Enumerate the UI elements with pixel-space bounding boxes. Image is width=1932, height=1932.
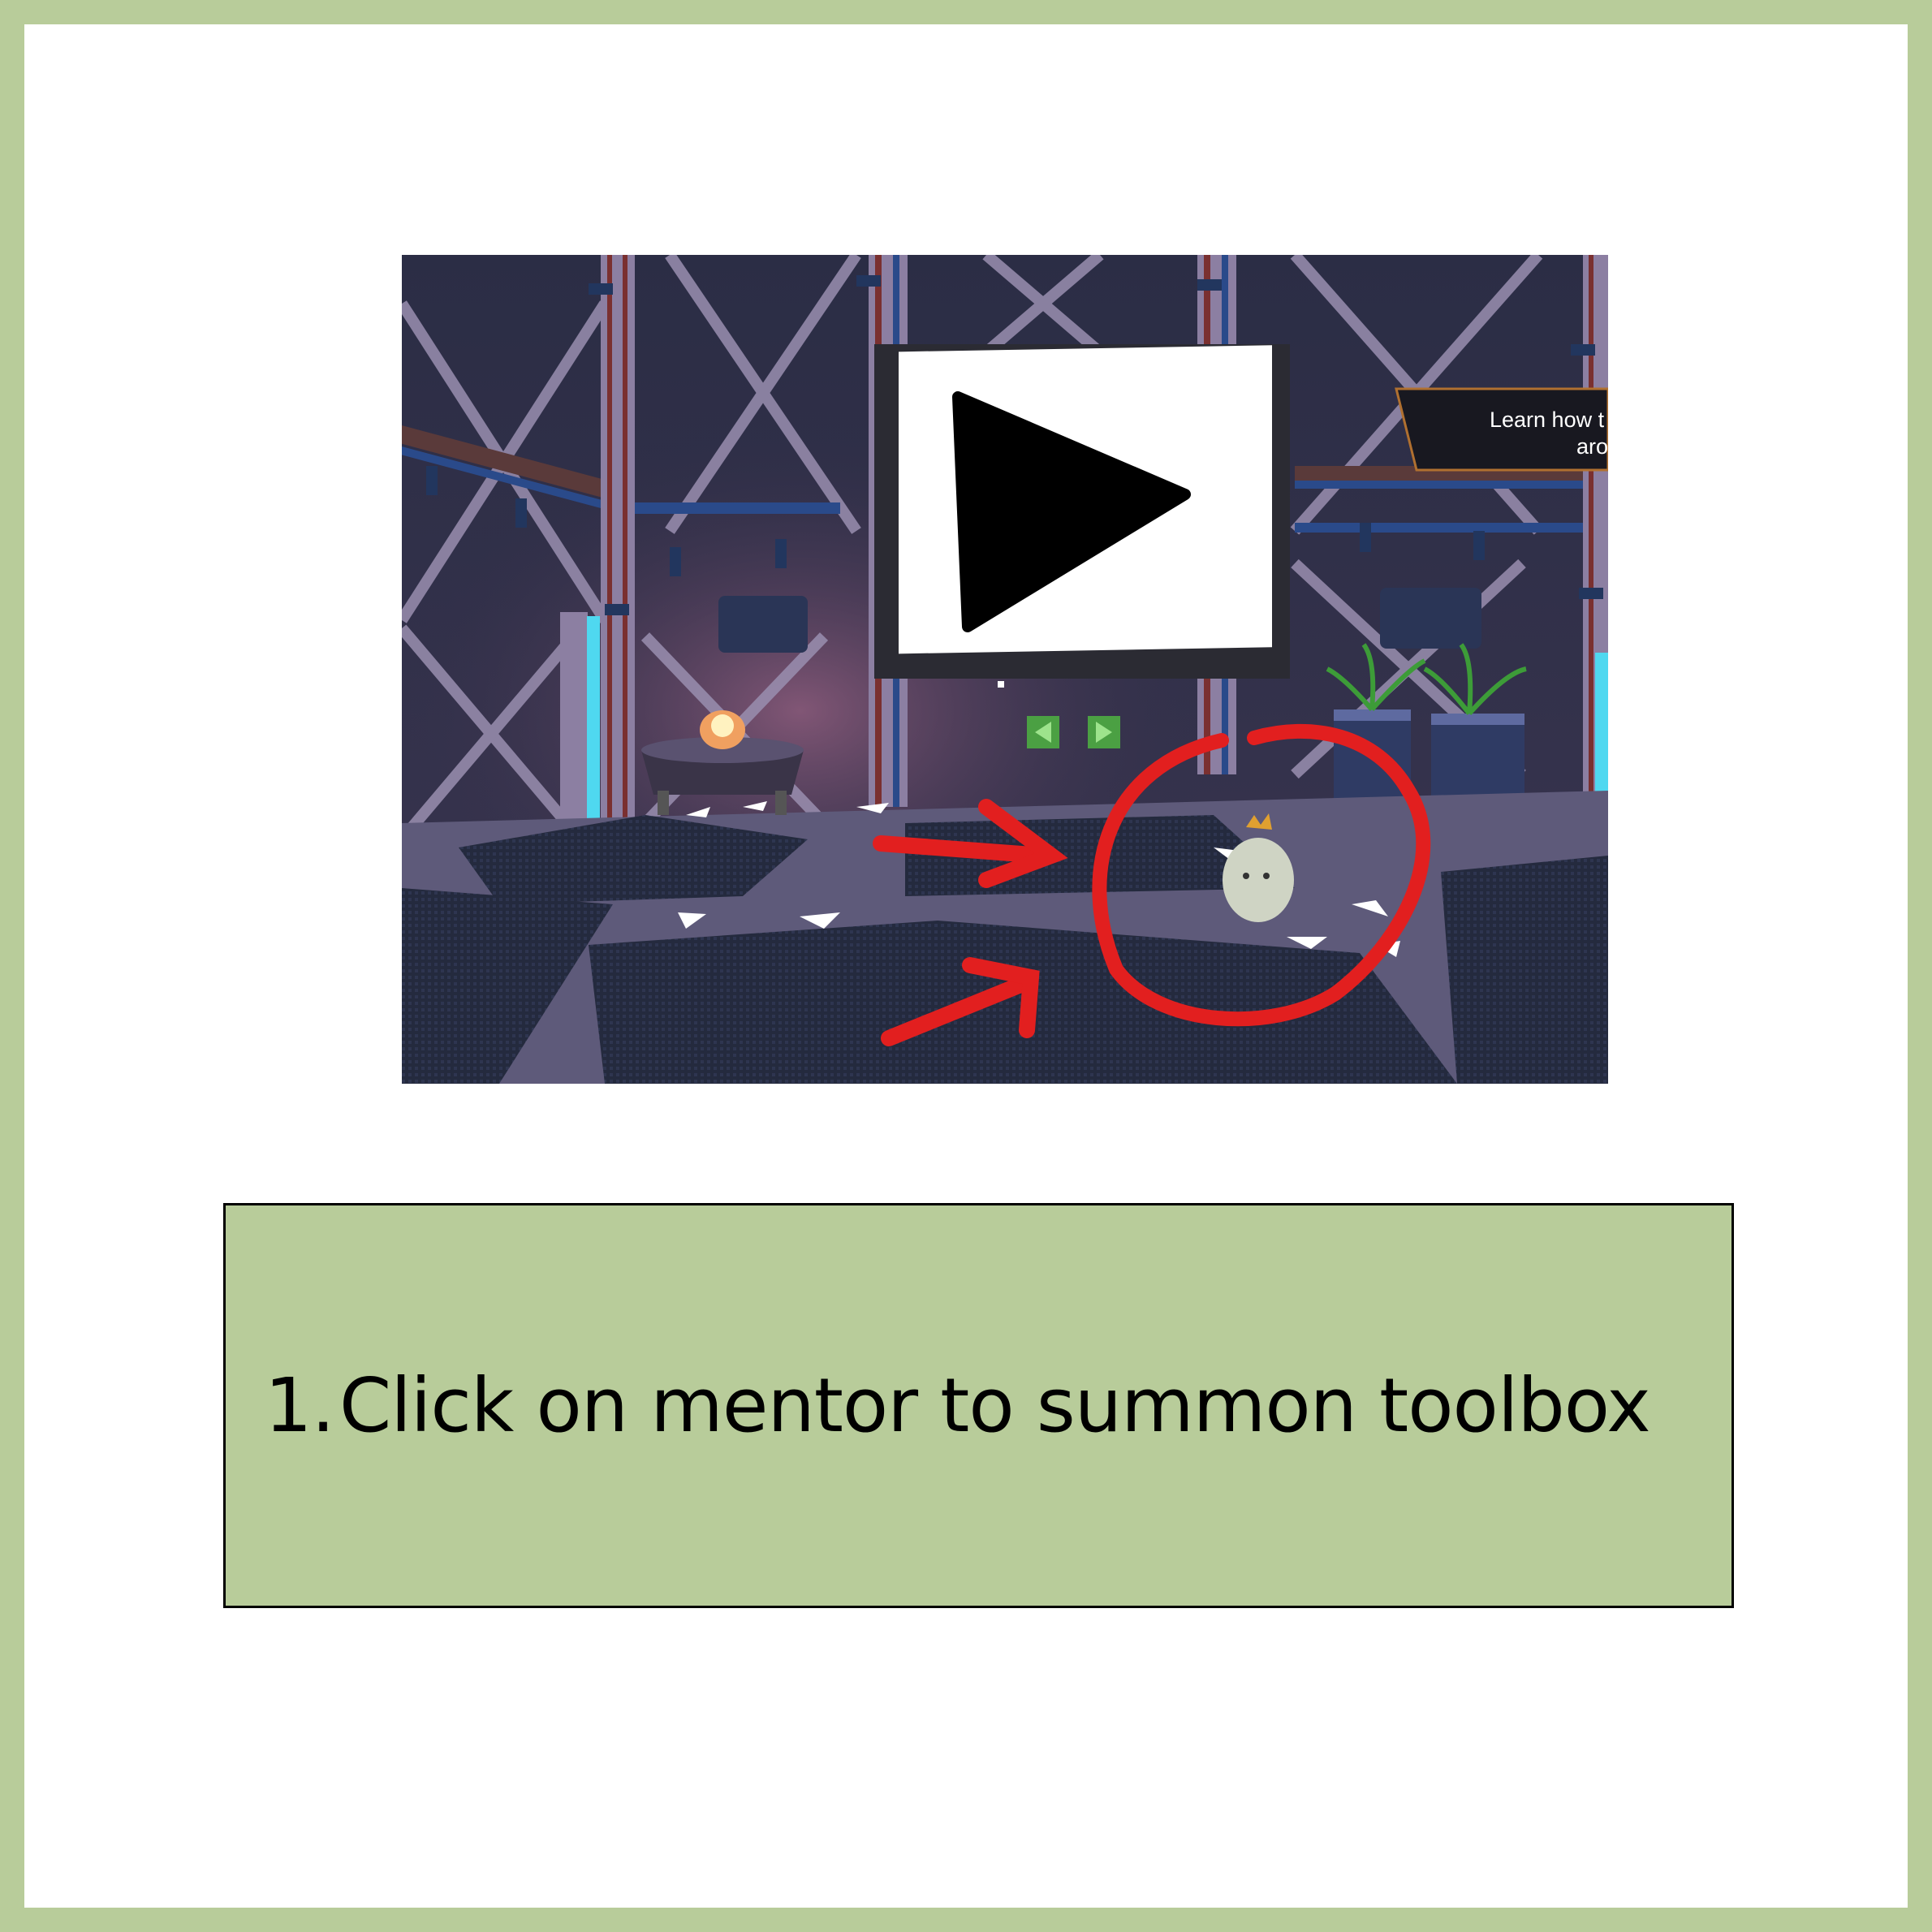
game-screenshot: Learn how t aro [402, 255, 1608, 1084]
arrow-left-icon[interactable] [1027, 716, 1059, 748]
video-screen[interactable] [874, 344, 1290, 679]
tutorial-card: Learn how t aro 1. Click on mentor to su… [24, 24, 1908, 1908]
instruction-box: 1. Click on mentor to summon toolbox [223, 1203, 1734, 1608]
svg-text:aro: aro [1576, 434, 1608, 459]
svg-text:Learn how t: Learn how t [1490, 408, 1605, 432]
arrow-right-icon[interactable] [1088, 716, 1120, 748]
info-sign: Learn how t aro [1395, 387, 1608, 472]
instruction-text: Click on mentor to summon toolbox [339, 1362, 1651, 1449]
instruction-item: 1. Click on mentor to summon toolbox [265, 1362, 1651, 1449]
instruction-number: 1. [265, 1362, 335, 1449]
